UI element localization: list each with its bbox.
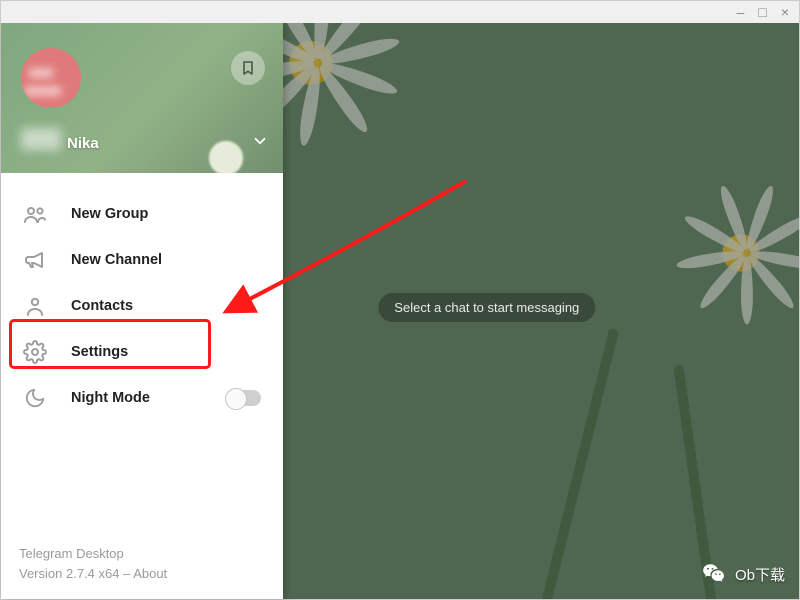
watermark-text: Ob下载 — [735, 564, 785, 585]
drawer-header: Nika — [1, 23, 283, 173]
menu-item-label: Night Mode — [71, 390, 203, 406]
drawer-footer: Telegram Desktop Version 2.7.4 x64 – Abo… — [19, 544, 167, 583]
menu-item-contacts[interactable]: Contacts — [1, 283, 283, 329]
moon-icon — [23, 386, 47, 410]
avatar[interactable] — [21, 48, 81, 108]
close-button[interactable]: × — [781, 5, 789, 19]
content: Select a chat to start messaging Nika — [1, 23, 799, 599]
chevron-down-icon — [251, 132, 269, 155]
megaphone-icon — [23, 248, 47, 272]
drawer-menu: New Group New Channel Contacts — [1, 173, 283, 421]
watermark: Ob下载 — [701, 561, 785, 587]
titlebar: – □ × — [1, 1, 799, 23]
version-line[interactable]: Version 2.7.4 x64 – About — [19, 564, 167, 584]
empty-chat-hint: Select a chat to start messaging — [378, 293, 595, 322]
person-icon — [23, 294, 47, 318]
bookmark-icon — [240, 60, 256, 76]
maximize-button[interactable]: □ — [758, 5, 766, 19]
group-icon — [23, 202, 47, 226]
saved-messages-button[interactable] — [231, 51, 265, 85]
menu-item-new-group[interactable]: New Group — [1, 191, 283, 237]
menu-item-label: New Channel — [71, 252, 261, 268]
menu-item-settings[interactable]: Settings — [1, 329, 283, 375]
menu-item-night-mode[interactable]: Night Mode — [1, 375, 283, 421]
username: Nika — [67, 135, 99, 152]
minimize-button[interactable]: – — [737, 5, 745, 19]
app-name: Telegram Desktop — [19, 544, 167, 564]
account-row[interactable]: Nika — [21, 132, 269, 155]
wechat-icon — [701, 561, 727, 587]
menu-item-label: Settings — [71, 344, 261, 360]
main-menu-drawer: Nika New Group New Cha — [1, 23, 283, 599]
redaction — [21, 128, 61, 150]
night-mode-toggle[interactable] — [227, 390, 261, 406]
menu-item-new-channel[interactable]: New Channel — [1, 237, 283, 283]
app-window: – □ × — [0, 0, 800, 600]
menu-item-label: New Group — [71, 206, 261, 222]
gear-icon — [23, 340, 47, 364]
menu-item-label: Contacts — [71, 298, 261, 314]
